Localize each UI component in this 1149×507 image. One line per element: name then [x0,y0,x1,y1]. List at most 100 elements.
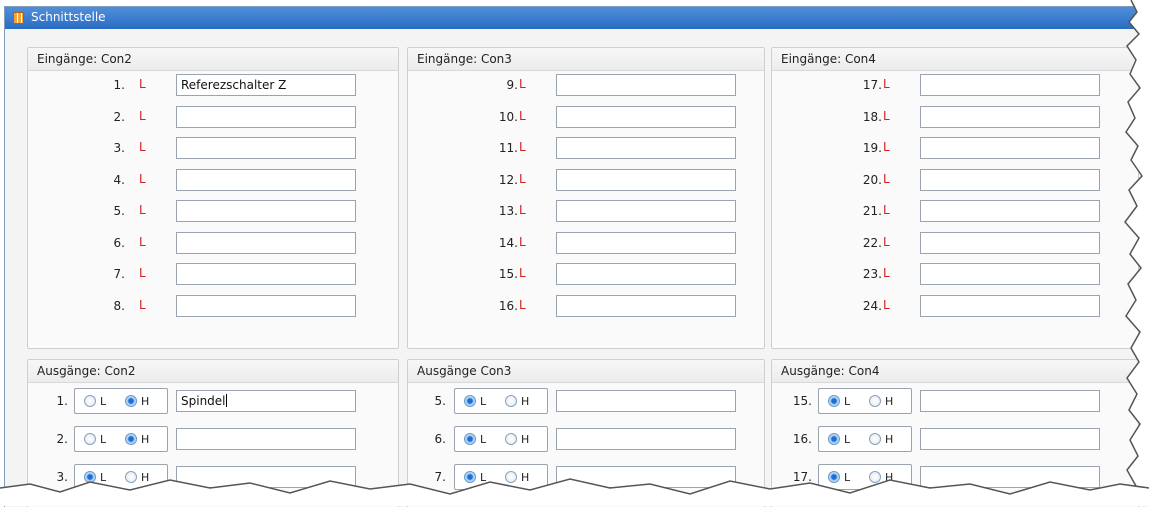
row-number: 16. [792,432,812,446]
row-number: 24. [862,298,882,313]
row-number: 16. [498,298,518,313]
row-number: 15. [498,267,518,281]
input-name-field[interactable] [920,200,1100,222]
input-name-field[interactable] [920,74,1100,96]
input-row: 1. L Referezschalter Z [28,74,398,98]
input-panel: Eingänge: Con4 17. L 18. L 19. L 20. L 21. L 22. L 23… [771,47,1139,349]
output-name-field[interactable] [556,390,736,412]
radio-high[interactable] [505,433,517,445]
radio-high[interactable] [125,395,137,407]
radio-low[interactable] [464,395,476,407]
radio-high[interactable] [869,395,881,407]
row-number: 5. [434,394,446,408]
input-row: 17. L [772,74,1138,98]
level-indicator: L [139,203,146,217]
title-bar[interactable]: Schnittstelle [5,7,1149,29]
level-indicator: L [139,140,146,154]
input-name-field[interactable] [176,294,356,317]
radio-low-label: L [100,433,107,446]
radio-low[interactable] [828,433,840,445]
level-radio-group: LH [74,426,168,452]
row-number: 8. [113,298,125,313]
radio-high-label: H [141,395,150,408]
radio-low[interactable] [84,433,96,445]
radio-low[interactable] [84,395,96,407]
schnittstelle-window: Schnittstelle Eingänge: Con2 1. L Referezsc… [4,6,1149,507]
panel-header: Ausgänge: Con4 [772,360,1138,383]
radio-high-label: H [885,395,894,408]
input-row: 19. L [772,137,1138,161]
row-number: 5. [113,204,125,218]
input-name-field[interactable] [556,263,736,285]
output-name-field[interactable]: Spindel [176,390,356,412]
radio-low[interactable] [464,433,476,445]
input-name-field[interactable] [176,168,356,191]
level-indicator: L [519,108,526,123]
panel-header: Eingänge: Con3 [408,48,764,71]
input-row: 12. L [408,168,764,193]
input-name-field[interactable] [556,137,736,159]
input-name-field[interactable] [556,200,736,222]
panel-title: Eingänge: Con2 [37,52,132,66]
output-row: 1. L H Spindel [28,388,398,414]
output-name-field[interactable] [920,390,1100,412]
input-row: 2. L [28,105,398,130]
input-name-field[interactable] [176,263,356,285]
input-name-field[interactable] [920,231,1100,254]
radio-low-label: L [100,395,107,408]
radio-high[interactable] [505,395,517,407]
level-indicator: L [519,234,526,249]
input-name-field[interactable] [176,137,356,159]
input-name-field[interactable] [176,200,356,222]
row-number: 21. [862,204,882,218]
row-number: 13. [498,204,518,218]
level-radio-group: LH [818,388,912,414]
panel-header: Eingänge: Con2 [28,48,398,71]
torn-edge-bottom [0,478,1149,506]
radio-high[interactable] [869,433,881,445]
output-row: 5. L H [408,388,764,414]
output-name-field[interactable] [176,428,356,450]
panel-header: Ausgänge: Con2 [28,360,398,383]
input-name-field[interactable] [920,168,1100,191]
input-row: 10. L [408,105,764,130]
level-indicator: L [519,203,526,217]
radio-high[interactable] [125,433,137,445]
input-name-field[interactable]: Referezschalter Z [176,74,356,96]
level-indicator: L [519,140,526,154]
input-name-field[interactable] [920,137,1100,159]
level-indicator: L [883,108,890,123]
row-number: 2. [56,432,68,446]
text-cursor [225,394,227,407]
output-name-field[interactable] [556,428,736,450]
level-indicator: L [139,266,146,280]
input-row: 6. L [28,231,398,256]
input-name-field[interactable] [176,105,356,128]
row-number: 9. [506,78,518,92]
input-row: 24. L [772,294,1138,319]
radio-low-label: L [844,433,851,446]
input-name-field[interactable] [176,231,356,254]
level-radio-group: LH [818,426,912,452]
input-name-field[interactable] [920,105,1100,128]
level-indicator: L [883,203,890,217]
output-name-field[interactable] [920,428,1100,450]
level-indicator: L [883,266,890,280]
radio-low[interactable] [828,395,840,407]
panel-title: Eingänge: Con3 [417,52,512,66]
row-number: 4. [113,172,125,187]
input-name-field[interactable] [920,263,1100,285]
input-name-field[interactable] [556,294,736,317]
input-name-field[interactable] [556,231,736,254]
input-name-field[interactable] [556,168,736,191]
panel-title: Ausgänge: Con2 [37,364,136,378]
level-indicator: L [883,171,890,186]
window-title: Schnittstelle [31,10,106,24]
row-number: 14. [498,235,518,250]
input-name-field[interactable] [556,105,736,128]
panel-title: Ausgänge: Con4 [781,364,880,378]
input-name-field[interactable] [920,294,1100,317]
input-row: 11. L [408,137,764,161]
input-name-field[interactable] [556,74,736,96]
input-panel: Eingänge: Con3 9. L 10. L 11. L 12. L 13. L 14. L 15.… [407,47,765,349]
